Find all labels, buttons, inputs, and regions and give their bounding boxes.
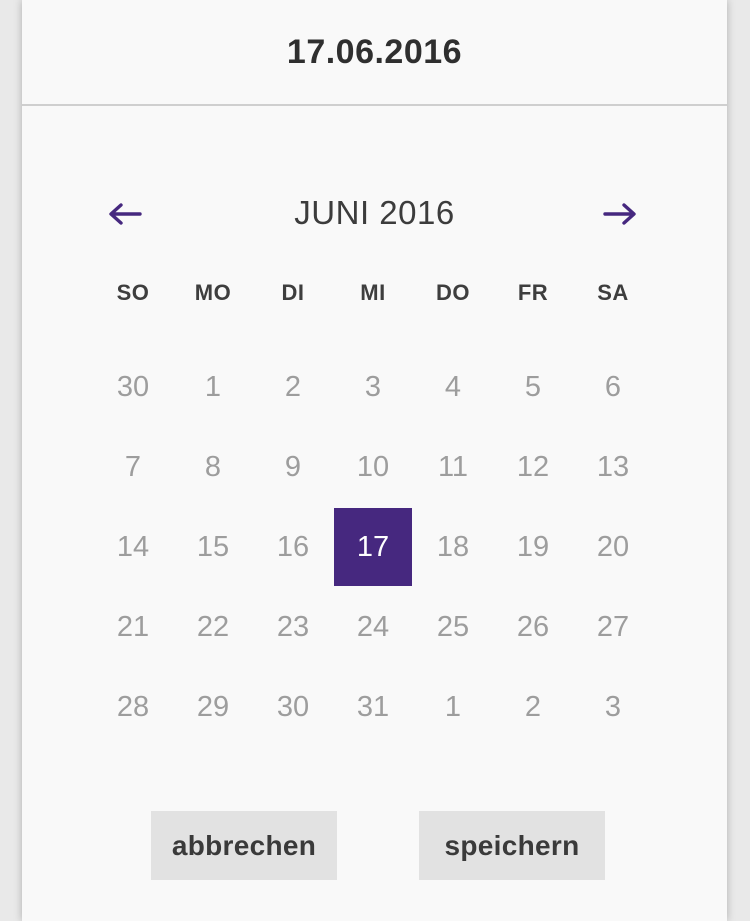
calendar-day[interactable]: 26 — [493, 587, 573, 667]
previous-month-button[interactable] — [103, 194, 147, 234]
weekday-label: DO — [436, 280, 470, 305]
page: 17.06.2016 JUNI 2016 SO MO DI MI DO FR S… — [0, 0, 750, 921]
calendar-day-selected[interactable]: 17 — [334, 508, 412, 586]
calendar-day[interactable]: 5 — [493, 347, 573, 427]
selected-date-display: 17.06.2016 — [286, 32, 463, 71]
calendar-week-row: 21 22 23 24 25 26 27 — [93, 587, 653, 667]
calendar-day[interactable]: 21 — [93, 587, 173, 667]
calendar-day[interactable]: 24 — [333, 587, 413, 667]
calendar-day[interactable]: 8 — [173, 427, 253, 507]
calendar-day[interactable]: 30 — [253, 667, 333, 747]
calendar-day[interactable]: 3 — [333, 347, 413, 427]
calendar-week-row: 30 1 2 3 4 5 6 — [93, 347, 653, 427]
weekday-label: SO — [116, 280, 150, 305]
save-button[interactable]: speichern — [419, 811, 605, 880]
calendar-day[interactable]: 4 — [413, 347, 493, 427]
month-navigation: JUNI 2016 — [22, 188, 727, 238]
dialog-actions: abbrechen speichern — [22, 811, 727, 881]
cancel-button[interactable]: abbrechen — [151, 811, 337, 880]
arrow-left-icon — [109, 203, 142, 225]
weekday-label: DI — [281, 280, 305, 305]
calendar-week-row: 28 29 30 31 1 2 3 — [93, 667, 653, 747]
calendar-day[interactable]: 1 — [173, 347, 253, 427]
weekday-label: FR — [517, 280, 549, 305]
dialog-header: 17.06.2016 — [22, 0, 727, 106]
calendar-day[interactable]: 2 — [493, 667, 573, 747]
calendar-grid: 30 1 2 3 4 5 6 7 8 9 10 11 12 13 14 15 1… — [93, 347, 653, 747]
calendar-day[interactable]: 22 — [173, 587, 253, 667]
calendar-day[interactable]: 10 — [333, 427, 413, 507]
calendar-day[interactable]: 16 — [253, 507, 333, 587]
calendar-day[interactable]: 25 — [413, 587, 493, 667]
calendar-day[interactable]: 23 — [253, 587, 333, 667]
arrow-right-icon — [603, 203, 636, 225]
calendar-day[interactable]: 19 — [493, 507, 573, 587]
calendar-day[interactable]: 31 — [333, 667, 413, 747]
calendar-day[interactable]: 7 — [93, 427, 173, 507]
calendar-day[interactable]: 15 — [173, 507, 253, 587]
calendar-day[interactable]: 3 — [573, 667, 653, 747]
weekday-label: MO — [194, 280, 232, 305]
calendar-day[interactable]: 1 — [413, 667, 493, 747]
calendar-day[interactable]: 14 — [93, 507, 173, 587]
next-month-button[interactable] — [598, 194, 642, 234]
calendar-day[interactable]: 11 — [413, 427, 493, 507]
weekday-label: SA — [597, 280, 629, 305]
calendar-day[interactable]: 2 — [253, 347, 333, 427]
calendar-day[interactable]: 13 — [573, 427, 653, 507]
calendar-day[interactable]: 20 — [573, 507, 653, 587]
date-picker-dialog: 17.06.2016 JUNI 2016 SO MO DI MI DO FR S… — [22, 0, 727, 921]
calendar-day[interactable]: 29 — [173, 667, 253, 747]
calendar-day[interactable]: 9 — [253, 427, 333, 507]
calendar-day[interactable]: 18 — [413, 507, 493, 587]
weekday-label: MI — [360, 280, 386, 305]
calendar-day[interactable]: 30 — [93, 347, 173, 427]
weekday-header-row: SO MO DI MI DO FR SA — [93, 280, 653, 306]
calendar-day[interactable]: 12 — [493, 427, 573, 507]
calendar-day[interactable]: 6 — [573, 347, 653, 427]
calendar-week-row: 14 15 16 17 18 19 20 — [93, 507, 653, 587]
calendar-day[interactable]: 27 — [573, 587, 653, 667]
calendar-week-row: 7 8 9 10 11 12 13 — [93, 427, 653, 507]
calendar-day[interactable]: 28 — [93, 667, 173, 747]
